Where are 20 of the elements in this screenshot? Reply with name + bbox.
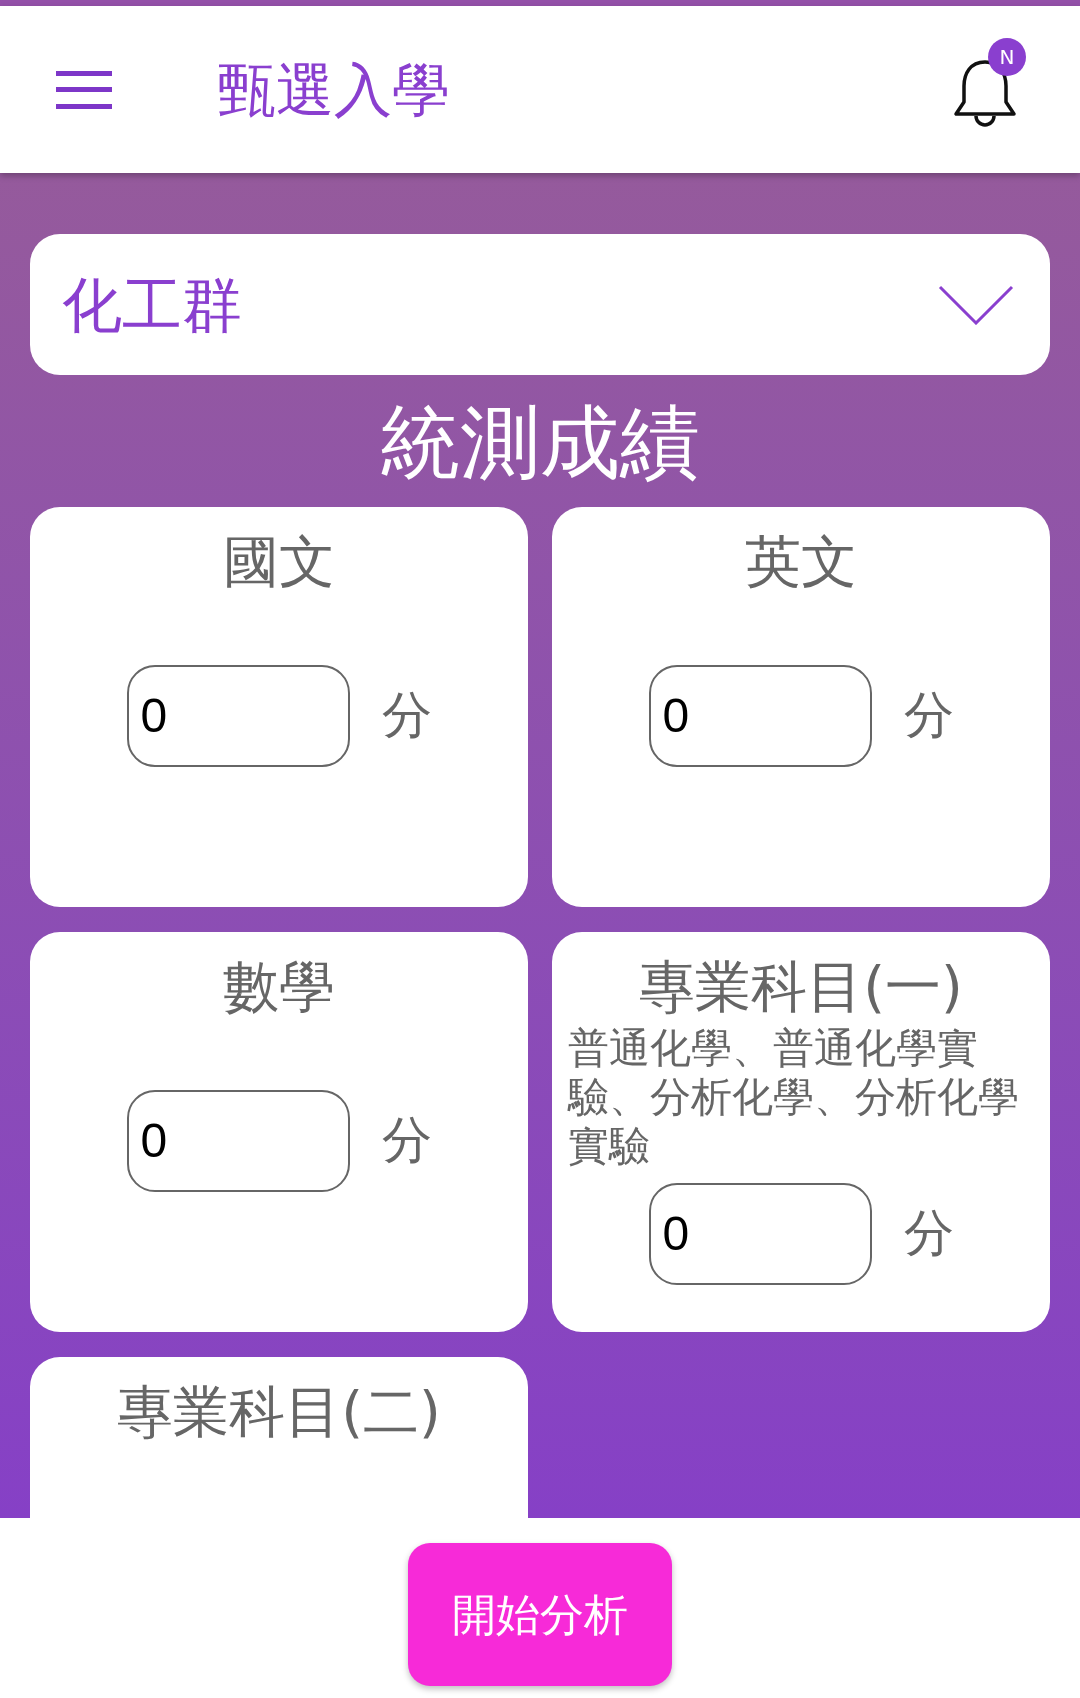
score-input[interactable]: 0 [126,664,350,767]
score-input[interactable]: 0 [648,1182,872,1285]
subject-title: 專業科目(一) [639,956,963,1018]
section-title: 統測成績 [380,403,700,483]
notification-badge: N [988,37,1026,76]
subject-title: 專業科目(二) [117,1381,441,1443]
unit-label: 分 [903,685,954,747]
group-dropdown[interactable]: 化工群 [30,234,1050,375]
unit-label: 分 [381,1110,432,1172]
subject-title: 英文 [745,531,857,593]
score-input[interactable]: 0 [648,664,872,767]
subject-title: 國文 [223,531,335,593]
unit-label: 分 [903,1203,954,1265]
subject-title: 數學 [223,956,335,1018]
menu-icon[interactable] [56,70,112,109]
subject-description: 普通化學、普通化學實驗、分析化學、分析化學實驗 [568,1023,1020,1171]
chevron-down-icon [938,284,1014,325]
score-input[interactable]: 0 [126,1089,350,1192]
app-title: 甄選入學 [218,60,450,119]
unit-label: 分 [381,685,432,747]
